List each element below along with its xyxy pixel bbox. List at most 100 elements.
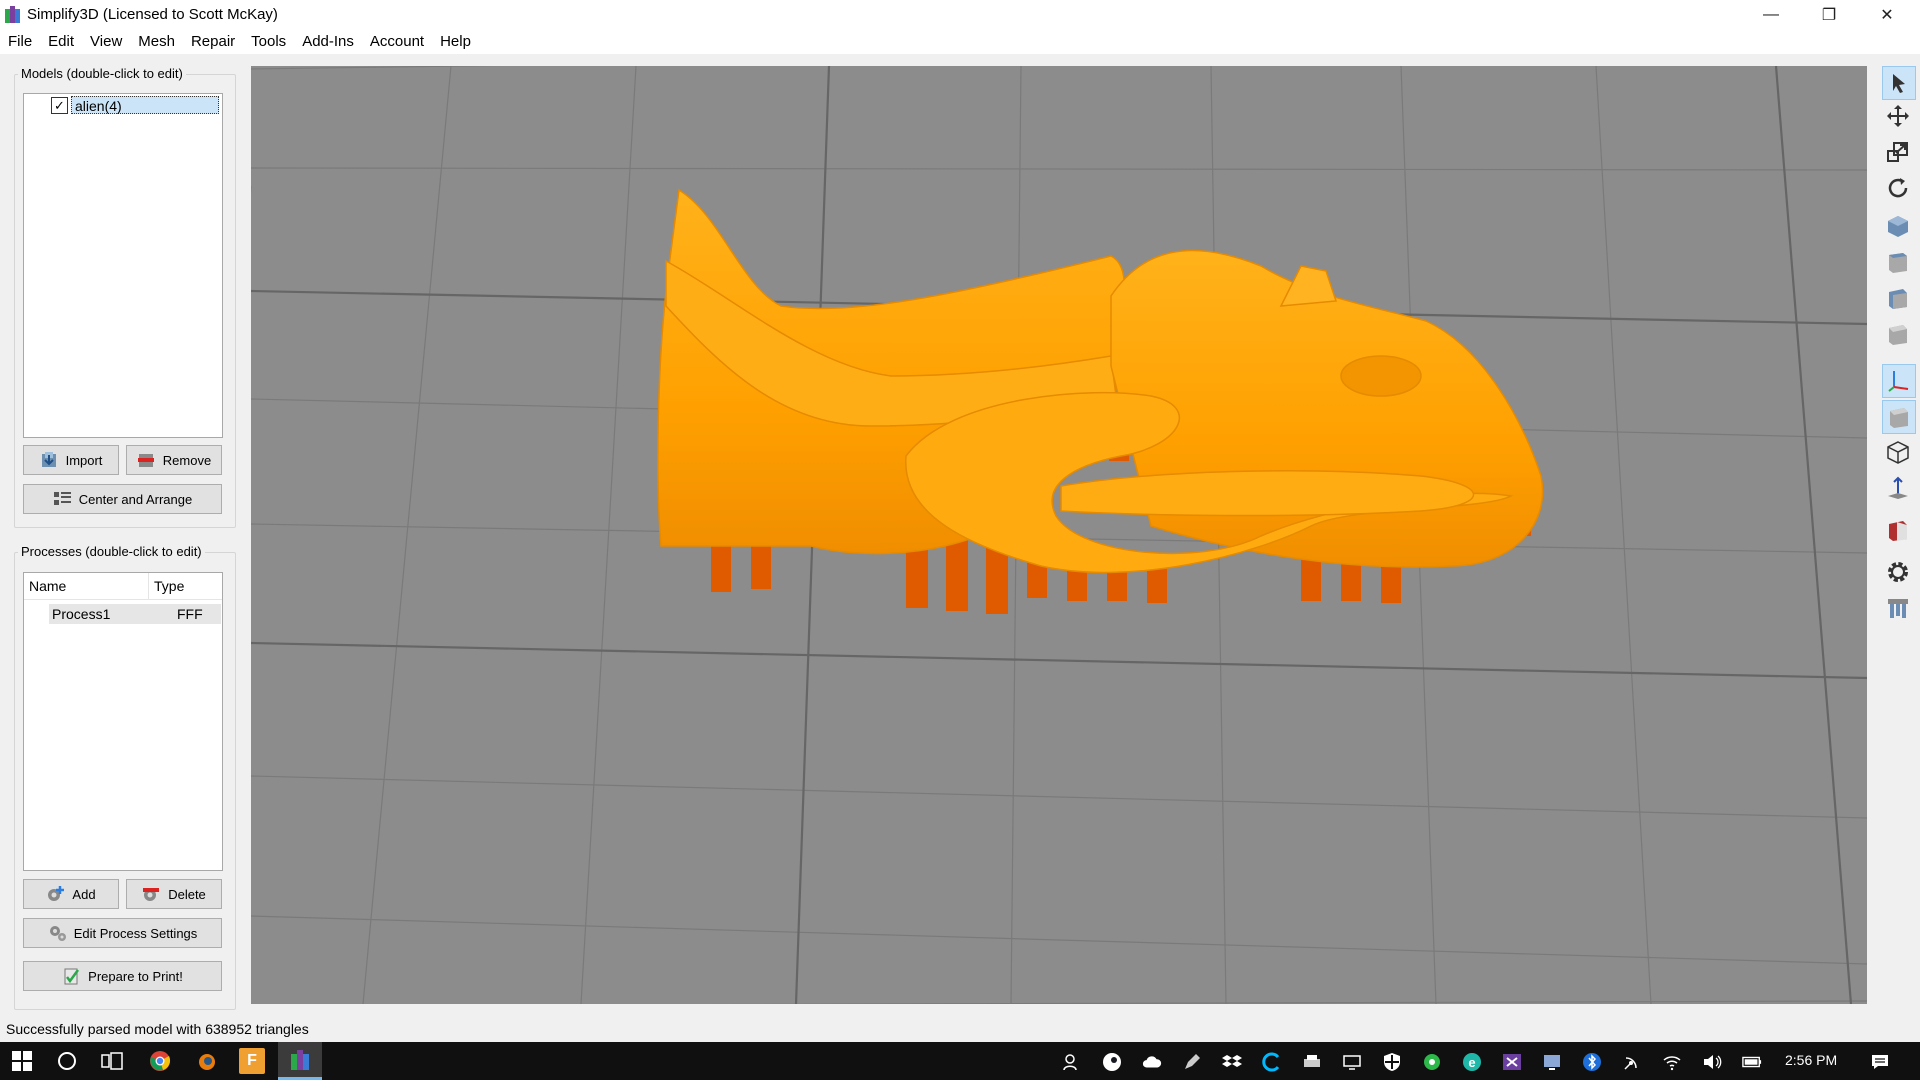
model-item[interactable]: alien(4) <box>71 96 219 114</box>
column-divider <box>148 573 149 599</box>
center-arrange-icon <box>53 492 71 505</box>
logitech-icon[interactable] <box>1262 1052 1282 1072</box>
select-icon[interactable] <box>1882 66 1916 100</box>
cross-section-icon[interactable] <box>1882 514 1914 546</box>
import-icon <box>41 452 56 467</box>
prepare-to-print-button[interactable]: Prepare to Print! <box>23 961 222 991</box>
processes-table[interactable]: Name Type Process1 FFF <box>23 572 223 871</box>
column-type-header[interactable]: Type <box>154 578 184 594</box>
taskbar-clock[interactable]: 2:56 PM <box>1785 1052 1837 1068</box>
menu-tools[interactable]: Tools <box>243 30 294 54</box>
settings-gear-icon[interactable] <box>1882 556 1914 588</box>
processes-group-title: Processes (double-click to edit) <box>18 544 205 559</box>
blender-icon[interactable] <box>193 1048 219 1074</box>
green-app-icon[interactable] <box>1422 1052 1442 1072</box>
prepare-to-print-label: Prepare to Print! <box>88 968 183 984</box>
process-type-cell: FFF <box>177 606 203 622</box>
satellite-icon[interactable] <box>1622 1052 1642 1072</box>
menu-add-ins[interactable]: Add-Ins <box>294 30 362 54</box>
pen-icon[interactable] <box>1182 1052 1202 1072</box>
minimize-button[interactable]: — <box>1742 0 1800 30</box>
edit-process-settings-button[interactable]: Edit Process Settings <box>23 918 222 948</box>
simplify3d-taskbar-item[interactable] <box>278 1042 322 1080</box>
printer-icon[interactable] <box>1302 1052 1322 1072</box>
solid-view-icon[interactable] <box>1882 400 1916 434</box>
status-bar: Successfully parsed model with 638952 tr… <box>0 1016 1920 1042</box>
right-toolbar <box>1877 62 1920 1012</box>
people-icon[interactable] <box>1062 1052 1082 1072</box>
view-front-icon[interactable] <box>1882 246 1914 278</box>
add-process-button[interactable]: Add <box>23 879 119 909</box>
menu-bar: File Edit View Mesh Repair Tools Add-Ins… <box>0 30 1920 54</box>
model-checkbox[interactable]: ✓ <box>51 97 68 114</box>
delete-process-icon <box>143 888 160 901</box>
chrome-icon[interactable] <box>147 1048 173 1074</box>
nvidia-icon[interactable] <box>1502 1052 1522 1072</box>
menu-edit[interactable]: Edit <box>40 30 82 54</box>
process-name-cell: Process1 <box>52 606 111 622</box>
center-arrange-label: Center and Arrange <box>78 491 193 507</box>
menu-repair[interactable]: Repair <box>183 30 243 54</box>
remove-label: Remove <box>162 452 212 468</box>
import-button[interactable]: Import <box>23 445 119 475</box>
simplify3d-icon <box>291 1050 309 1070</box>
move-icon[interactable] <box>1882 100 1914 132</box>
add-process-label: Add <box>72 886 96 902</box>
axes-icon[interactable] <box>1882 364 1916 398</box>
normal-icon[interactable] <box>1882 472 1914 504</box>
edge-icon[interactable]: e <box>1462 1052 1482 1072</box>
battery-icon[interactable] <box>1742 1052 1762 1072</box>
monitor-icon[interactable] <box>1542 1052 1562 1072</box>
edit-process-settings-label: Edit Process Settings <box>73 925 198 941</box>
close-button[interactable]: ✕ <box>1858 0 1916 30</box>
window-title: Simplify3D (Licensed to Scott McKay) <box>27 6 278 23</box>
column-name-header[interactable]: Name <box>29 578 66 594</box>
models-list[interactable]: ✓ alien(4) <box>23 93 223 438</box>
steam-icon[interactable] <box>1102 1052 1122 1072</box>
remove-button[interactable]: Remove <box>126 445 222 475</box>
wireframe-icon[interactable] <box>1882 436 1914 468</box>
delete-process-button[interactable]: Delete <box>126 879 222 909</box>
menu-help[interactable]: Help <box>432 30 479 54</box>
view-iso-icon[interactable] <box>1882 210 1914 242</box>
svg-text:e: e <box>1468 1055 1475 1070</box>
simplify3d-app-icon <box>5 6 20 23</box>
import-label: Import <box>65 452 103 468</box>
menu-file[interactable]: File <box>0 30 40 54</box>
display-icon[interactable] <box>1342 1052 1362 1072</box>
notification-icon[interactable] <box>1870 1052 1890 1072</box>
remove-icon <box>137 454 154 467</box>
processes-table-header: Name Type <box>24 573 222 600</box>
scale-icon[interactable] <box>1882 136 1914 168</box>
3d-viewport[interactable] <box>251 66 1867 1004</box>
prepare-print-icon <box>64 968 80 985</box>
windows-taskbar: F e 2:56 PM <box>0 1042 1920 1080</box>
menu-account[interactable]: Account <box>362 30 432 54</box>
fusion-icon[interactable]: F <box>239 1048 265 1074</box>
dropbox-icon[interactable] <box>1222 1052 1242 1072</box>
wifi-icon[interactable] <box>1662 1052 1682 1072</box>
volume-icon[interactable] <box>1702 1052 1722 1072</box>
supports-icon[interactable] <box>1882 592 1914 624</box>
task-view-icon[interactable] <box>99 1048 125 1074</box>
center-arrange-button[interactable]: Center and Arrange <box>23 484 222 514</box>
cortana-icon[interactable] <box>54 1048 80 1074</box>
menu-view[interactable]: View <box>82 30 130 54</box>
table-row[interactable]: Process1 FFF <box>49 604 221 624</box>
view-side-icon[interactable] <box>1882 282 1914 314</box>
bluetooth-icon[interactable] <box>1582 1052 1602 1072</box>
rotate-icon[interactable] <box>1882 172 1914 204</box>
defender-icon[interactable] <box>1382 1052 1402 1072</box>
restore-button[interactable]: ❐ <box>1800 0 1858 30</box>
delete-process-label: Delete <box>168 886 206 902</box>
build-plate-scene <box>251 66 1867 1004</box>
menu-mesh[interactable]: Mesh <box>130 30 183 54</box>
models-group-title: Models (double-click to edit) <box>18 66 186 81</box>
gears-icon <box>49 926 66 941</box>
start-icon[interactable] <box>9 1048 35 1074</box>
title-bar: Simplify3D (Licensed to Scott McKay) — ❐… <box>0 0 1920 30</box>
add-process-icon <box>48 886 65 901</box>
onedrive-icon[interactable] <box>1142 1052 1162 1072</box>
view-top-icon[interactable] <box>1882 318 1914 350</box>
status-message: Successfully parsed model with 638952 tr… <box>6 1021 309 1037</box>
